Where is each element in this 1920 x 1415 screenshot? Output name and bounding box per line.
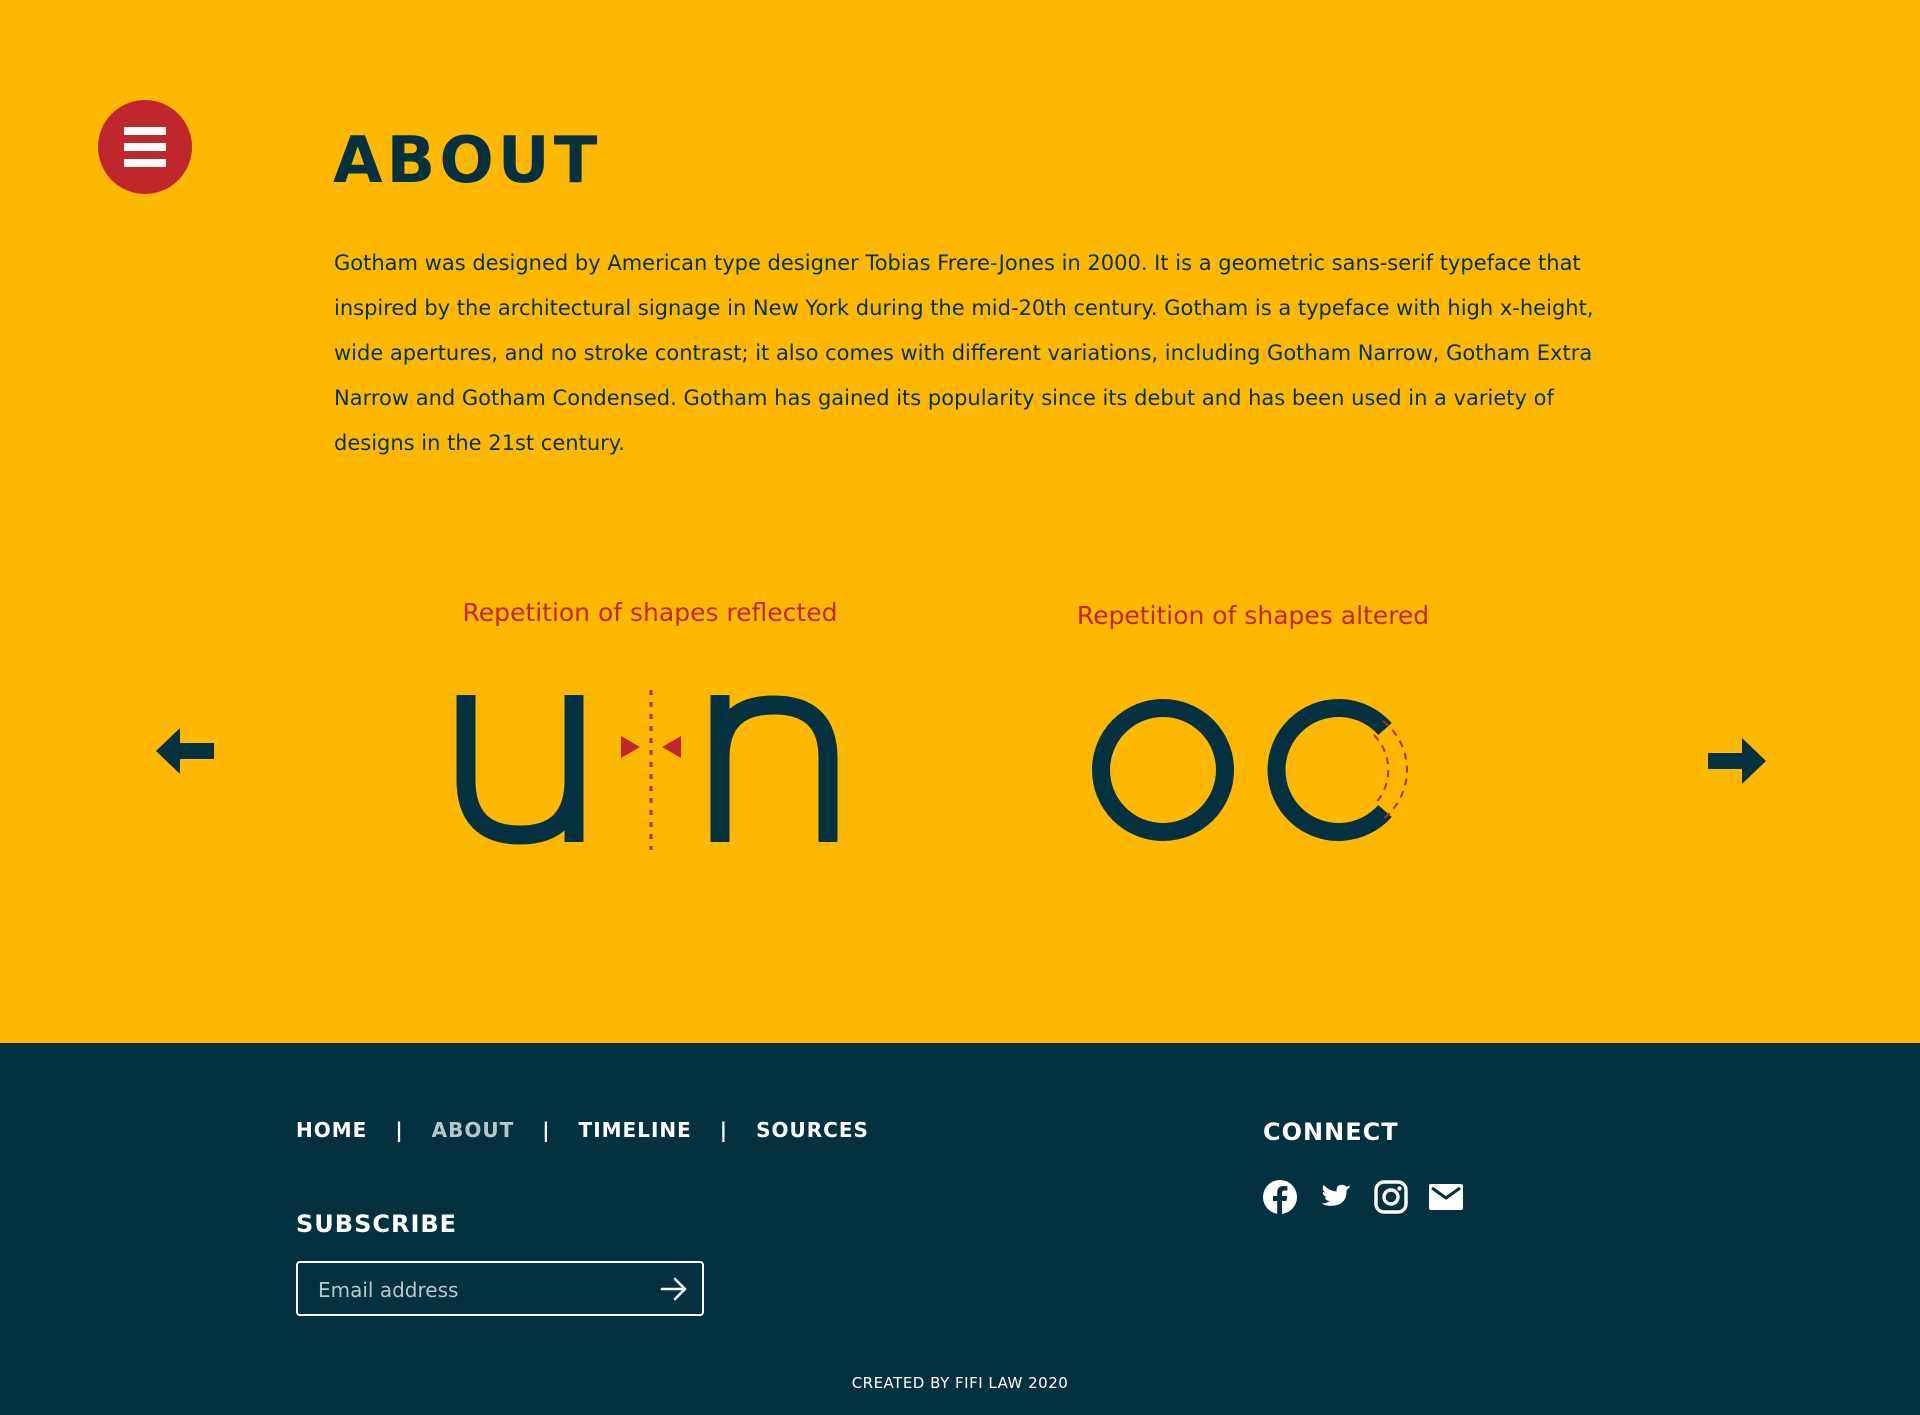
- hamburger-icon-bar: [124, 143, 166, 151]
- hamburger-icon-bar: [124, 159, 166, 167]
- submit-arrow-icon[interactable]: [658, 1273, 690, 1305]
- glyph-o: [1092, 699, 1234, 841]
- glyph-c: [1267, 699, 1392, 841]
- nav-separator: |: [395, 1118, 404, 1142]
- glyph-illustrations: [456, 690, 1409, 850]
- about-paragraph: Gotham was designed by American type des…: [334, 251, 1594, 455]
- reflection-marker-right: [662, 736, 681, 758]
- instagram-icon[interactable]: [1373, 1179, 1409, 1215]
- slide-caption-altered: Repetition of shapes altered: [1076, 601, 1430, 630]
- email-input[interactable]: [316, 1263, 650, 1316]
- about-section: ABOUT Gotham was designed by American ty…: [0, 0, 1920, 1043]
- footer-nav-timeline[interactable]: TIMELINE: [579, 1118, 692, 1142]
- facebook-icon[interactable]: [1262, 1179, 1298, 1215]
- footer-credit: CREATED BY FIFI LAW 2020: [851, 1374, 1069, 1392]
- altered-shape-guide-inner: [1373, 734, 1390, 806]
- slide-caption-reflected: Repetition of shapes reflected: [462, 598, 838, 627]
- subscribe-heading: SUBSCRIBE: [296, 1210, 458, 1238]
- mail-icon[interactable]: [1428, 1179, 1464, 1215]
- hamburger-icon: [124, 127, 166, 135]
- footer-nav-about[interactable]: ABOUT: [432, 1118, 515, 1142]
- twitter-icon[interactable]: [1317, 1179, 1353, 1215]
- next-slide-arrow-icon[interactable]: [1706, 738, 1766, 784]
- footer-nav-home[interactable]: HOME: [296, 1118, 367, 1142]
- reflection-marker-left: [621, 736, 640, 758]
- altered-shape-guide: [1382, 720, 1409, 820]
- menu-button[interactable]: [98, 100, 192, 194]
- glyph-u: [456, 695, 584, 845]
- subscribe-form: [296, 1261, 704, 1316]
- nav-separator: |: [542, 1118, 551, 1142]
- connect-heading: CONNECT: [1263, 1118, 1399, 1146]
- previous-slide-arrow-icon[interactable]: [156, 728, 216, 774]
- page-title: ABOUT: [333, 124, 602, 198]
- nav-separator: |: [719, 1118, 729, 1142]
- footer-nav-sources[interactable]: SOURCES: [756, 1118, 869, 1142]
- footer-nav: HOME | ABOUT | TIMELINE | SOURCES: [296, 1118, 869, 1142]
- glyph-n: [710, 695, 838, 842]
